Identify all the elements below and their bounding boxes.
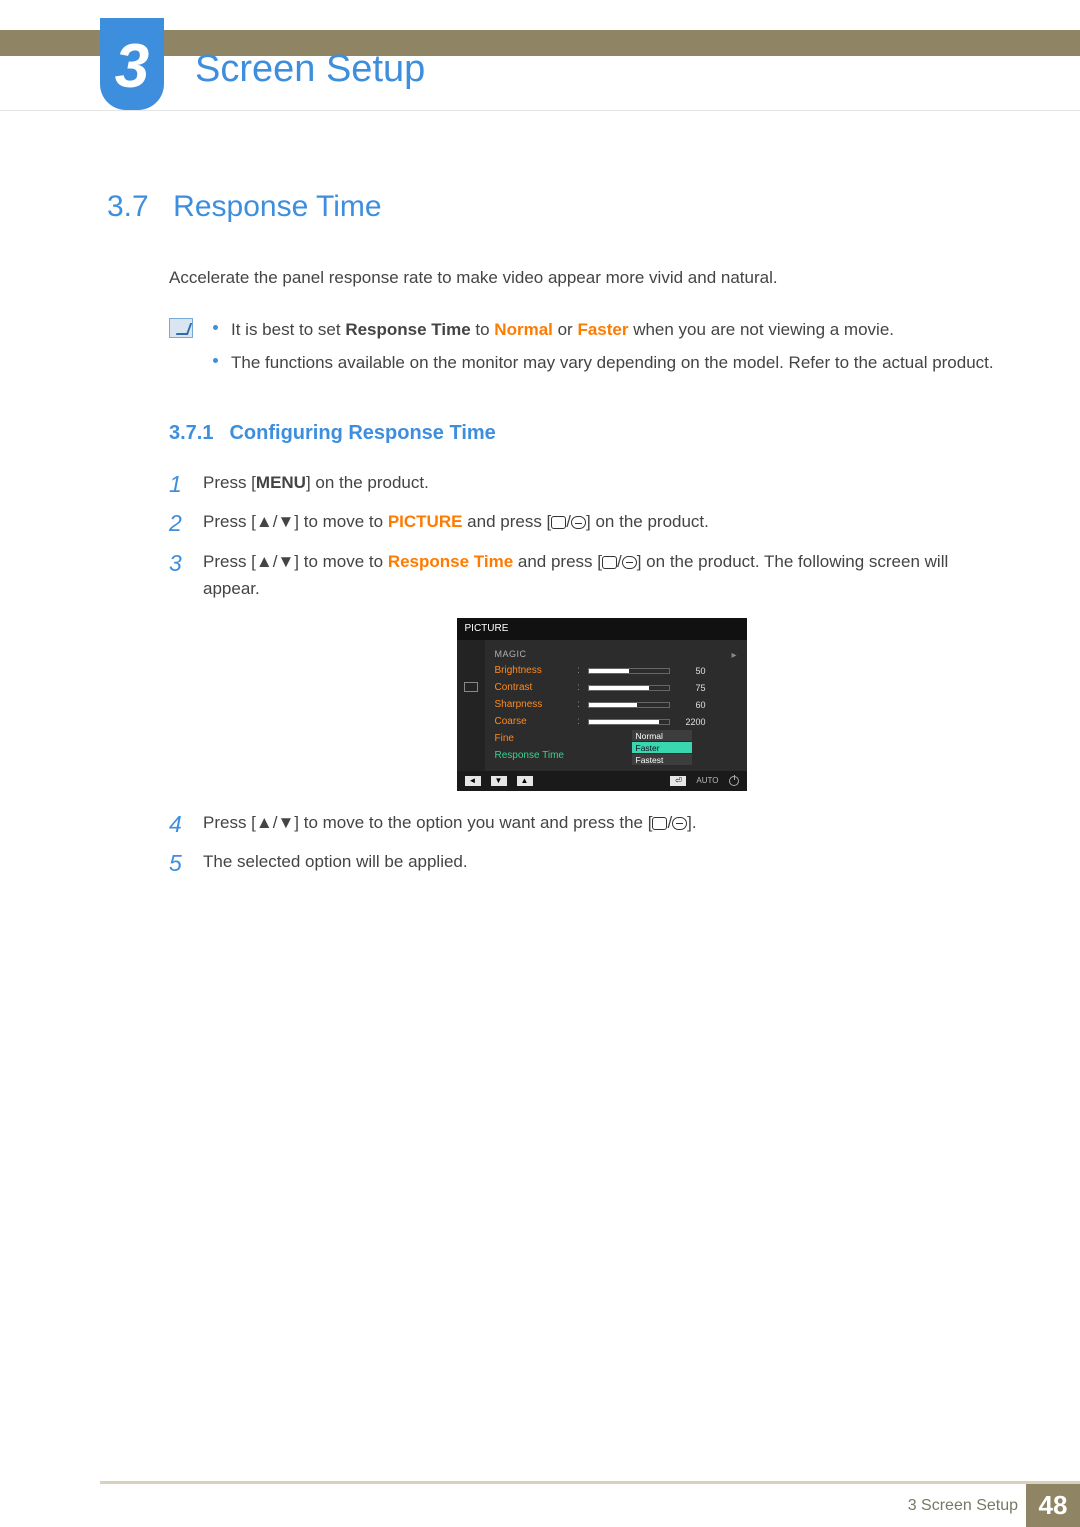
rect-button-icon [551,516,566,529]
chapter-number: 3 [115,36,149,98]
chapter-title: Screen Setup [195,48,425,91]
section-number: 3.7 [107,190,149,224]
note-text: or [553,320,578,339]
page-footer: 3 Screen Setup 48 [0,1481,1080,1527]
step-text: and press [ [513,552,602,571]
osd-slider [588,668,670,674]
chapter-badge: 3 [100,18,164,110]
osd-main: ▸ MAGIC Brightness : 50 Contrast : [485,640,747,771]
rect-button-icon [652,817,667,830]
osd-value: 2200 [676,715,706,729]
note-orange: Faster [577,320,628,339]
osd-back-icon: ◄ [465,776,481,786]
note-orange: Normal [494,320,553,339]
osd-colon: : [576,663,582,679]
step-1: Press [MENU] on the product. [169,469,1000,496]
osd-colon: : [576,697,582,713]
osd-row-fine: Fine [495,731,737,748]
step-text: Press [▲/▼] to move to the option you wa… [203,813,652,832]
enter-button-icon [622,556,637,569]
note-block: It is best to set Response Time to Norma… [169,316,1000,382]
osd-row-sharpness: Sharpness : 60 [495,697,737,714]
osd-mode-icon [464,682,478,692]
enter-button-icon [672,817,687,830]
osd-screenshot: PICTURE ▸ MAGIC Brightness : 50 [457,618,747,791]
note-text: to [471,320,495,339]
osd-down-icon: ▼ [491,776,507,786]
osd-slider-fill [589,686,649,690]
osd-value: 60 [676,698,706,712]
osd-slider-fill [589,669,629,673]
osd-row-contrast: Contrast : 75 [495,680,737,697]
step-text: ]. [687,813,696,832]
step-3: Press [▲/▼] to move to Response Time and… [169,548,1000,791]
note-icon [169,318,193,338]
subsection-number: 3.7.1 [169,422,213,445]
note-item-2: The functions available on the monitor m… [209,349,994,376]
note-text: It is best to set [231,320,345,339]
osd-colon: : [576,714,582,730]
step-text: and press [ [462,512,551,531]
picture-label: PICTURE [388,512,463,531]
section-title: Response Time [173,190,381,224]
note-bold: Response Time [345,320,470,339]
osd-value: 50 [676,664,706,678]
osd-up-icon: ▲ [517,776,533,786]
step-text: Press [▲/▼] to move to [203,552,388,571]
osd-label: Brightness [495,663,570,679]
osd-enter-icon: ⏎ [670,776,686,786]
osd-option-fastest: Fastest [632,754,692,766]
footer-page-number: 48 [1026,1484,1080,1527]
osd-magic-label: MAGIC [495,647,570,661]
osd-label: Contrast [495,680,570,696]
osd-label: Fine [495,731,570,747]
step-4: Press [▲/▼] to move to the option you wa… [169,809,1000,836]
osd-value: 75 [676,681,706,695]
osd-body: ▸ MAGIC Brightness : 50 Contrast : [457,640,747,771]
osd-auto-label: AUTO [696,775,718,788]
osd-dropdown: Normal Faster Fastest [632,730,692,766]
page-content: 3.7 Response Time Accelerate the panel r… [107,190,1000,887]
steps-list: Press [MENU] on the product. Press [▲/▼]… [169,469,1000,875]
osd-option-faster: Faster [632,742,692,754]
note-list: It is best to set Response Time to Norma… [209,316,994,382]
step-text: ] on the product. [306,473,429,492]
osd-row-response-time: Response Time [495,748,737,765]
osd-arrow-right-icon: ▸ [731,648,736,664]
osd-row-coarse: Coarse : 2200 [495,714,737,731]
osd-colon: : [576,680,582,696]
osd-row-brightness: Brightness : 50 [495,663,737,680]
osd-label: Coarse [495,714,570,730]
menu-label: MENU [256,473,306,492]
step-text: ] on the product. [586,512,709,531]
osd-slider [588,685,670,691]
note-item-1: It is best to set Response Time to Norma… [209,316,994,343]
step-text: Press [ [203,473,256,492]
osd-title: PICTURE [457,618,747,640]
step-2: Press [▲/▼] to move to PICTURE and press… [169,508,1000,535]
osd-slider [588,702,670,708]
osd-label-active: Response Time [495,748,570,764]
step-5: The selected option will be applied. [169,848,1000,875]
osd-slider-fill [589,703,637,707]
osd-label: Sharpness [495,697,570,713]
osd-footer: ◄ ▼ ▲ ⏎ AUTO [457,771,747,791]
footer-chapter-label: 3 Screen Setup [908,1497,1018,1515]
section-heading: 3.7 Response Time [107,190,1000,224]
enter-button-icon [571,516,586,529]
response-time-label: Response Time [388,552,513,571]
subsection-heading: 3.7.1 Configuring Response Time [169,422,1000,445]
osd-power-icon [729,776,739,786]
note-text: when you are not viewing a movie. [628,320,894,339]
osd-left-column [457,640,485,771]
footer-divider [100,1481,1080,1484]
step-text: Press [▲/▼] to move to [203,512,388,531]
rect-button-icon [602,556,617,569]
intro-paragraph: Accelerate the panel response rate to ma… [169,266,1000,290]
osd-option-normal: Normal [632,730,692,742]
subsection-title: Configuring Response Time [229,422,495,445]
osd-slider [588,719,670,725]
osd-slider-fill [589,720,659,724]
